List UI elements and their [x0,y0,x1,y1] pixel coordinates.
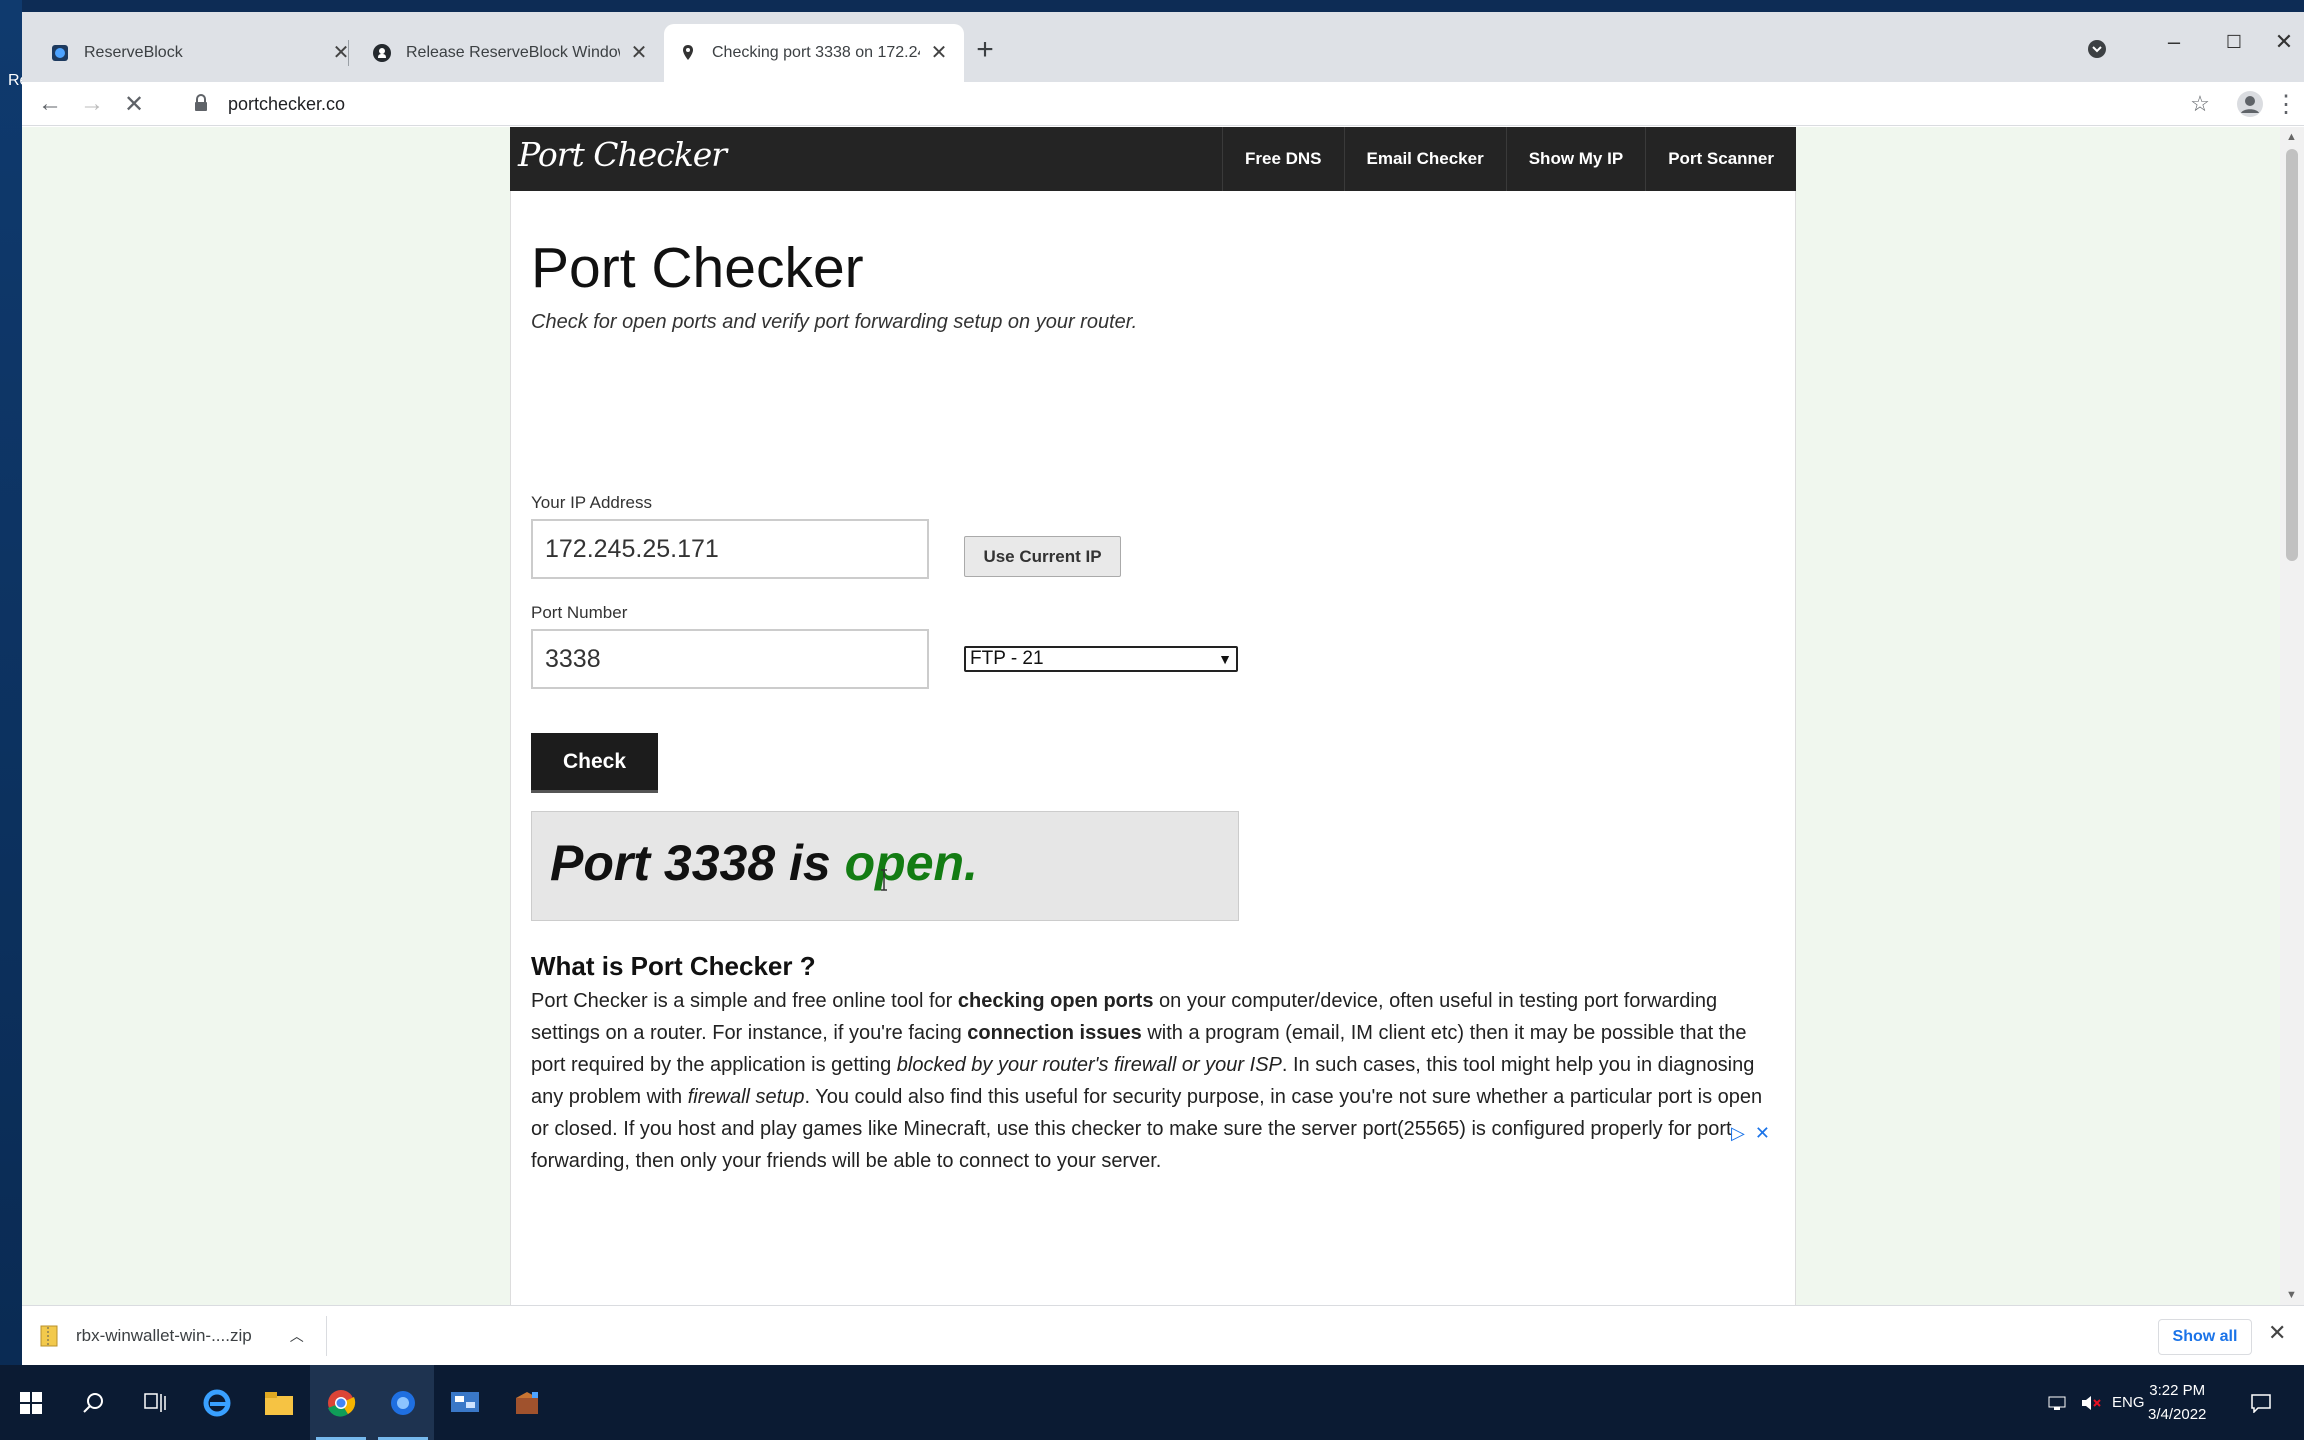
portchecker-icon [678,43,698,63]
about-italic: blocked by your router's firewall or you… [896,1054,1282,1076]
result-prefix: Port 3338 is [550,835,845,891]
bookmark-star-icon[interactable]: ☆ [2182,86,2218,122]
tab-title: ReserveBlock [84,44,183,61]
lock-icon [192,93,214,115]
result-status: open [844,835,965,891]
address-bar[interactable]: portchecker.co [170,85,2210,123]
chevron-down-icon: ▼ [1218,651,1232,667]
file-explorer-icon[interactable] [248,1365,310,1440]
page-subtitle: Check for open ports and verify port for… [531,311,1138,333]
input-language[interactable]: ENG [2112,1365,2145,1440]
common-ports-select[interactable]: FTP - 21 ▼ [964,646,1238,672]
scrollbar-thumb[interactable] [2286,149,2298,561]
browser-toolbar: ← → ✕ portchecker.co ☆ ⋮ [22,82,2304,126]
selected-port-option: FTP - 21 [970,648,1044,669]
tab-title: Release ReserveBlock Windows W [406,44,620,61]
control-panel-icon[interactable] [434,1365,496,1440]
tab-title: Checking port 3338 on 172.245.2 [712,44,920,61]
about-bold: checking open ports [957,990,1154,1012]
about-paragraph: Port Checker is a simple and free online… [531,985,1781,1177]
result-suffix: . [964,835,978,891]
tab-github-release[interactable]: Release ReserveBlock Windows W ✕ [358,24,664,82]
clock-date: 3/4/2022 [2148,1406,2207,1423]
download-bar: rbx-winwallet-win-....zip ︿ Show all ✕ [22,1305,2304,1365]
about-text: Port Checker is a simple and free online… [531,990,958,1012]
port-number-label: Port Number [531,603,628,622]
zip-file-icon [40,1325,58,1347]
download-item[interactable]: rbx-winwallet-win-....zip ︿ [40,1314,304,1358]
ip-address-input[interactable]: 172.245.25.171 [531,519,929,579]
tab-reserveblock[interactable]: ReserveBlock ✕ [36,24,366,82]
menu-kebab-icon[interactable]: ⋮ [2268,86,2304,122]
windows-taskbar: ENG 3:22 PM 3/4/2022 [0,1365,2304,1440]
page-scrollbar[interactable]: ▲ ▼ [2280,127,2304,1305]
chevron-up-icon[interactable]: ︿ [290,1326,304,1346]
nav-show-my-ip[interactable]: Show My IP [1505,127,1645,191]
ad-close-icon[interactable]: ✕ [1755,1123,1770,1144]
reserveblock-app-icon[interactable] [372,1365,434,1440]
close-download-bar-icon[interactable]: ✕ [2268,1320,2286,1346]
chrome-icon[interactable] [310,1365,372,1440]
network-icon[interactable] [2046,1365,2068,1440]
new-tab-button[interactable]: + [968,34,1002,68]
system-clock[interactable]: 3:22 PM 3/4/2022 [2148,1379,2206,1427]
result-box: Port 3338 is open. [531,811,1239,921]
port-number-input[interactable]: 3338 [531,629,929,689]
scroll-down-arrow-icon[interactable]: ▼ [2286,1289,2297,1301]
tab-strip: ReserveBlock ✕ Release ReserveBlock Wind… [22,12,2304,82]
nav-links: Free DNS Email Checker Show My IP Port S… [1222,127,1796,191]
scroll-up-arrow-icon[interactable]: ▲ [2286,131,2297,143]
browser-window: ReserveBlock ✕ Release ReserveBlock Wind… [22,12,2304,1365]
page-title: Port Checker [531,236,864,300]
download-filename: rbx-winwallet-win-....zip [76,1326,252,1345]
nav-email-checker[interactable]: Email Checker [1343,127,1506,191]
internet-explorer-icon[interactable] [186,1365,248,1440]
profile-icon[interactable] [2232,86,2268,122]
main-content: Port Checker Check for open ports and ve… [510,191,1796,1305]
close-tab-icon[interactable]: ✕ [628,42,650,64]
web-page: Port Checker Free DNS Email Checker Show… [22,127,2280,1305]
ip-address-label: Your IP Address [531,493,652,512]
minimize-button[interactable]: – [2146,22,2202,62]
about-italic: firewall setup [687,1086,805,1108]
tab-separator [348,40,349,66]
url-text: portchecker.co [228,93,346,114]
windows-start-icon[interactable] [0,1365,62,1440]
tab-portchecker[interactable]: Checking port 3338 on 172.245.2 ✕ [664,24,964,82]
stop-loading-icon[interactable]: ✕ [116,86,152,122]
clock-time: 3:22 PM [2149,1382,2206,1399]
close-tab-icon[interactable]: ✕ [928,42,950,64]
forward-arrow-icon[interactable]: → [74,86,110,122]
use-current-ip-button[interactable]: Use Current IP [964,536,1121,577]
about-heading: What is Port Checker ? [531,951,816,981]
maximize-button[interactable]: ☐ [2206,22,2262,62]
nav-free-dns[interactable]: Free DNS [1222,127,1344,191]
notifications-icon[interactable] [2250,1365,2272,1440]
nav-port-scanner[interactable]: Port Scanner [1645,127,1796,191]
about-bold: connection issues [967,1022,1142,1044]
package-app-icon[interactable] [496,1365,558,1440]
desktop-background: Re [0,0,28,1440]
github-icon [372,43,392,63]
text-cursor-icon [880,869,888,891]
task-view-icon[interactable] [124,1365,186,1440]
ad-info-icon[interactable]: ▷ [1731,1123,1745,1144]
close-window-button[interactable]: ✕ [2264,22,2304,62]
site-logo[interactable]: Port Checker [518,135,727,174]
site-navbar: Port Checker Free DNS Email Checker Show… [510,127,1796,191]
tab-search-icon[interactable] [2082,34,2112,64]
back-arrow-icon[interactable]: ← [32,86,68,122]
search-icon[interactable] [62,1365,124,1440]
show-all-downloads-button[interactable]: Show all [2158,1319,2252,1355]
download-separator [326,1316,327,1356]
volume-muted-icon[interactable] [2080,1365,2102,1440]
result-text: Port 3338 is open. [550,834,978,892]
check-button[interactable]: Check [531,733,658,793]
ad-choices: ▷ ✕ [1731,1123,1770,1144]
reserveblock-icon [50,43,70,63]
